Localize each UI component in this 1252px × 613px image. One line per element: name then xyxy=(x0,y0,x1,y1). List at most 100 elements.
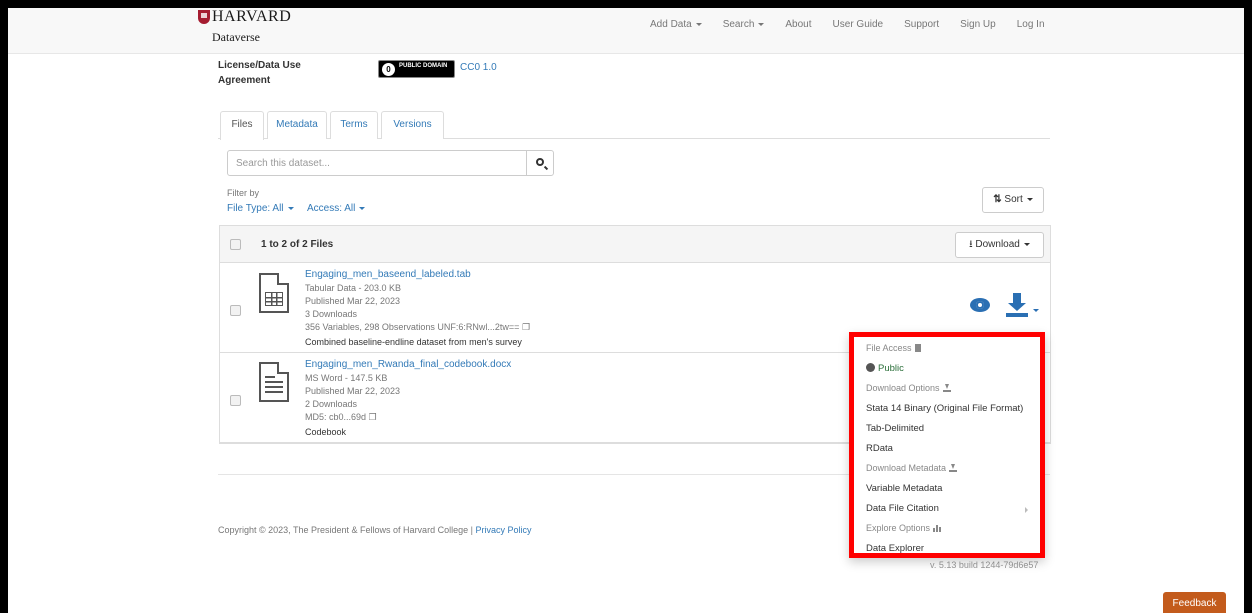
chevron-right-icon xyxy=(1025,507,1028,513)
privacy-policy-link[interactable]: Privacy Policy xyxy=(475,525,531,535)
dropdown-item-data-file-citation[interactable]: Data File Citation xyxy=(866,503,1036,514)
dropdown-header-file-access: File Access xyxy=(866,343,921,353)
chevron-down-icon xyxy=(359,206,366,210)
dropdown-header-explore-options: Explore Options xyxy=(866,523,943,533)
file-detail-text: MD5: cb0...69d xyxy=(305,412,367,422)
download-base-shape xyxy=(1006,313,1028,317)
files-table-header: 1 to 2 of 2 Files ⭳ Download xyxy=(220,226,1050,263)
file-type-size: MS Word - 147.5 KB xyxy=(305,373,388,383)
file-type-size: Tabular Data - 203.0 KB xyxy=(305,283,402,293)
dropdown-header-download-metadata: Download Metadata xyxy=(866,463,958,473)
tab-terms[interactable]: Terms xyxy=(330,111,378,139)
dropdown-item-public: Public xyxy=(866,363,904,374)
nav-add-data[interactable]: Add Data xyxy=(650,19,702,30)
file-description: Codebook xyxy=(305,427,347,437)
dropdown-header-download-options: Download Options xyxy=(866,383,951,393)
download-icon xyxy=(942,384,951,392)
feedback-button[interactable]: Feedback xyxy=(1163,592,1226,613)
file-name-link[interactable]: Engaging_men_Rwanda_final_codebook.docx xyxy=(305,359,511,370)
download-arrow-shape xyxy=(1008,293,1026,311)
chevron-down-icon[interactable] xyxy=(1033,309,1039,312)
nav-about[interactable]: About xyxy=(785,19,811,30)
cc0-license-link[interactable]: CC0 1.0 xyxy=(460,62,497,73)
search-icon xyxy=(536,158,544,166)
preview-eye-icon[interactable] xyxy=(970,298,990,312)
download-all-label: Download xyxy=(975,239,1020,250)
cc0-badge[interactable]: 0 PUBLIC DOMAIN xyxy=(378,60,455,78)
nav-log-in[interactable]: Log In xyxy=(1017,19,1045,30)
document-file-icon xyxy=(259,362,289,402)
globe-icon xyxy=(866,363,875,372)
public-label: Public xyxy=(878,363,904,374)
search-button[interactable] xyxy=(526,150,554,176)
cc-badge-text: PUBLIC DOMAIN xyxy=(399,63,448,69)
copyright-label: Copyright © 2023, The President & Fellow… xyxy=(218,525,473,535)
data-file-citation-label: Data File Citation xyxy=(866,503,939,514)
brand-name: HARVARD xyxy=(212,8,292,25)
chevron-down-icon xyxy=(695,22,702,26)
nav-search-label: Search xyxy=(722,19,755,30)
dataset-tabs: Files Metadata Terms Versions xyxy=(218,111,1050,140)
select-all-checkbox[interactable] xyxy=(230,239,241,250)
filter-access-label: Access: All xyxy=(307,203,356,214)
download-icon xyxy=(949,464,958,472)
explore-options-label: Explore Options xyxy=(866,523,931,533)
filter-label: Filter by xyxy=(227,188,260,198)
file-description: Combined baseline-endline dataset from m… xyxy=(305,337,522,347)
copy-icon[interactable]: ❐ xyxy=(522,322,530,332)
row-checkbox[interactable] xyxy=(230,395,241,406)
file-access-label: File Access xyxy=(866,343,912,353)
dropdown-item-variable-metadata[interactable]: Variable Metadata xyxy=(866,483,942,494)
download-metadata-label: Download Metadata xyxy=(866,463,947,473)
nav-support[interactable]: Support xyxy=(904,19,939,30)
file-published: Published Mar 22, 2023 xyxy=(305,386,401,396)
tab-metadata[interactable]: Metadata xyxy=(267,111,327,139)
row-checkbox[interactable] xyxy=(230,305,241,316)
tab-versions[interactable]: Versions xyxy=(381,111,444,139)
dropdown-item-tab-delimited[interactable]: Tab-Delimited xyxy=(866,423,924,434)
file-detail-text: 356 Variables, 298 Observations UNF:6:RN… xyxy=(305,322,520,332)
version-text: v. 5.13 build 1244-79d6e57 xyxy=(930,560,1039,570)
copy-icon[interactable]: ❐ xyxy=(369,412,377,422)
file-name-link[interactable]: Engaging_men_baseend_labeled.tab xyxy=(305,269,471,280)
window-frame-top xyxy=(0,0,1252,8)
window-frame-right xyxy=(1244,0,1252,613)
nav-add-data-label: Add Data xyxy=(650,19,692,30)
file-published: Published Mar 22, 2023 xyxy=(305,296,401,306)
file-detail: MD5: cb0...69d ❐ xyxy=(305,411,377,424)
top-navbar xyxy=(8,8,1244,54)
dropdown-item-data-explorer[interactable]: Data Explorer xyxy=(866,543,924,554)
window-frame-left xyxy=(0,0,8,613)
chevron-down-icon xyxy=(287,206,294,210)
download-all-button[interactable]: ⭳ Download xyxy=(955,232,1044,258)
sort-icon: ⇅ xyxy=(993,194,1002,205)
table-grid-icon xyxy=(265,292,283,306)
file-downloads: 2 Downloads xyxy=(305,399,358,409)
nav-links: Add Data Search About User Guide Support… xyxy=(650,19,1066,30)
chevron-down-icon xyxy=(1026,197,1033,201)
filter-access[interactable]: Access: All xyxy=(307,203,366,214)
sort-label: Sort xyxy=(1004,194,1023,205)
download-options-label: Download Options xyxy=(866,383,940,393)
nav-user-guide[interactable]: User Guide xyxy=(833,19,884,30)
chevron-down-icon xyxy=(758,22,765,26)
brand-subtitle: Dataverse xyxy=(212,30,260,44)
filter-file-type[interactable]: File Type: All xyxy=(227,203,294,214)
files-count: 1 to 2 of 2 Files xyxy=(261,239,334,250)
cc-zero-icon: 0 xyxy=(382,63,395,76)
harvard-shield-icon xyxy=(198,10,210,24)
file-downloads: 3 Downloads xyxy=(305,309,358,319)
file-detail: 356 Variables, 298 Observations UNF:6:RN… xyxy=(305,321,530,334)
tabular-file-icon xyxy=(259,273,289,313)
dropdown-item-stata[interactable]: Stata 14 Binary (Original File Format) xyxy=(866,403,1023,414)
download-icon: ⭳ xyxy=(969,239,973,250)
chart-icon xyxy=(933,524,943,532)
nav-search[interactable]: Search xyxy=(723,19,765,30)
tab-files[interactable]: Files xyxy=(220,111,264,140)
nav-sign-up[interactable]: Sign Up xyxy=(960,19,996,30)
dropdown-item-rdata[interactable]: RData xyxy=(866,443,893,454)
search-input[interactable]: Search this dataset... xyxy=(227,150,527,176)
filter-file-type-label: File Type: All xyxy=(227,203,284,214)
file-download-icon[interactable] xyxy=(1006,293,1028,317)
sort-button[interactable]: ⇅ Sort xyxy=(982,187,1044,213)
